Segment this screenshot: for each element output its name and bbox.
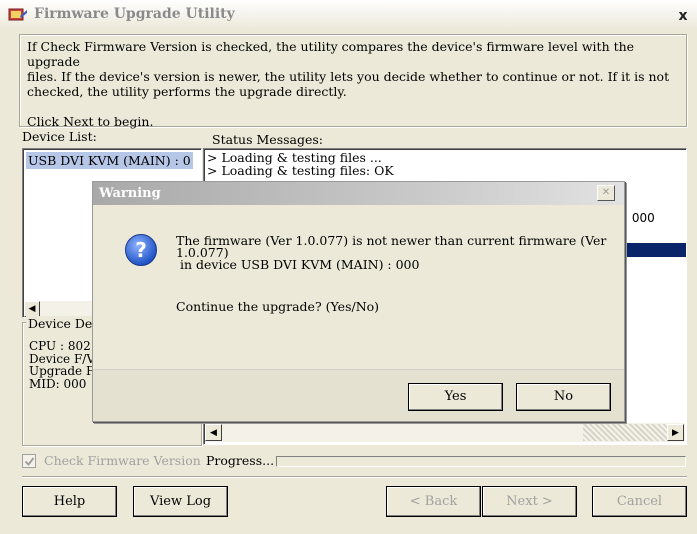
status-selection-highlight	[624, 243, 686, 257]
next-button[interactable]: Next >	[482, 486, 577, 517]
detail-line: Upgrade F	[29, 364, 95, 378]
no-button[interactable]: No	[516, 383, 611, 411]
separator	[22, 476, 687, 478]
dialog-close-button[interactable]: ✕	[597, 185, 615, 201]
close-icon: ✕	[601, 187, 611, 198]
main-window: Firmware Upgrade Utility x If Check Firm…	[0, 0, 697, 534]
back-button[interactable]: < Back	[386, 486, 481, 517]
info-line: files. If the device's version is newer,…	[27, 69, 670, 84]
message-line: in device USB DVI KVM (MAIN) : 000	[180, 257, 420, 272]
dialog-title: Warning	[99, 186, 161, 201]
window-close-button[interactable]: x	[673, 7, 693, 25]
progress-bar	[276, 456, 686, 467]
cancel-button[interactable]: Cancel	[592, 486, 687, 517]
progress-label: Progress...	[206, 453, 275, 468]
view-log-button[interactable]: View Log	[133, 486, 228, 517]
device-list-label: Device List:	[22, 129, 97, 144]
svg-text:?: ?	[135, 238, 147, 262]
detail-line: CPU : 802	[29, 339, 91, 353]
dialog-message: The firmware (Ver 1.0.077) is not newer …	[176, 233, 616, 272]
device-detail-lines: CPU : 802 Device F/V Upgrade F MID: 000	[29, 340, 95, 390]
device-detail-label: Device De	[26, 316, 95, 331]
status-line: > Loading & testing files: OK	[207, 163, 394, 178]
dialog-title-bar: Warning ✕	[93, 182, 624, 205]
detail-line: MID: 000	[29, 376, 87, 391]
check-firmware-checkbox[interactable]	[22, 454, 36, 468]
close-icon: x	[678, 8, 688, 24]
yes-button[interactable]: Yes	[408, 383, 503, 411]
info-line: Click Next to begin.	[27, 114, 154, 129]
window-title: Firmware Upgrade Utility	[34, 6, 235, 22]
firmware-app-icon	[8, 8, 27, 21]
check-firmware-label: Check Firmware Version	[44, 453, 201, 468]
info-text: If Check Firmware Version is checked, th…	[27, 39, 687, 129]
device-list-item[interactable]: USB DVI KVM (MAIN) : 0	[26, 152, 193, 169]
status-lines: > Loading & testing files ... > Loading …	[207, 151, 394, 177]
info-line: checked, the utility performs the upgrad…	[27, 84, 347, 99]
info-line: If Check Firmware Version is checked, th…	[27, 39, 635, 69]
status-messages-label: Status Messages:	[212, 132, 324, 147]
dialog-body: ? The firmware (Ver 1.0.077) is not newe…	[93, 205, 624, 369]
warning-dialog: Warning ✕ ? The firmware (Ver 1.0.077) i…	[92, 181, 625, 422]
scroll-left-arrow-icon[interactable]: ◀	[205, 424, 222, 441]
checkmark-icon	[24, 457, 35, 467]
title-bar: Firmware Upgrade Utility x	[0, 0, 697, 30]
message-line: The firmware (Ver 1.0.077) is not newer …	[176, 233, 607, 248]
status-partial-text: : 000	[624, 211, 655, 225]
question-icon: ?	[125, 234, 157, 266]
scrollbar-track[interactable]	[583, 424, 667, 441]
dialog-footer: Yes No	[93, 369, 624, 421]
scroll-right-arrow-icon[interactable]: ▶	[667, 424, 684, 441]
status-hscrollbar[interactable]: ◀ ▶	[205, 423, 685, 442]
scroll-left-arrow-icon[interactable]: ◀	[24, 301, 40, 317]
dialog-question: Continue the upgrade? (Yes/No)	[176, 299, 380, 314]
help-button[interactable]: Help	[22, 486, 117, 517]
